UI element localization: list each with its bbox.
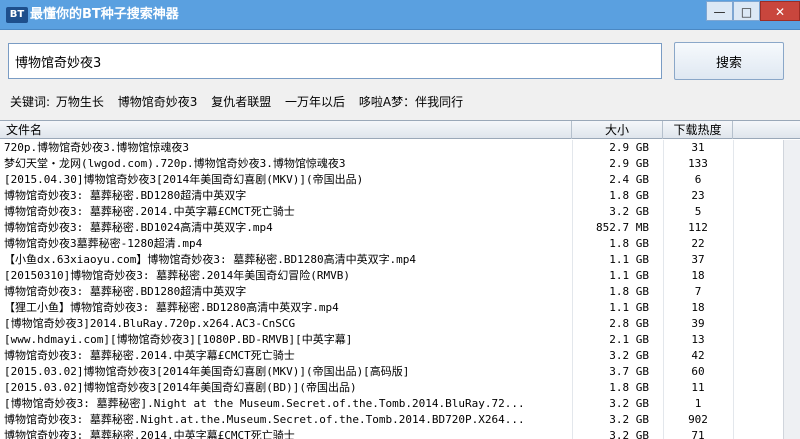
file-size-cell: 3.7 GB [609,365,649,378]
results-rows: 720p.博物馆奇妙夜3.博物馆惊魂夜3 2.9 GB 31 梦幻天堂・龙网(lwgo… [0,140,733,439]
table-row[interactable]: 720p.博物馆奇妙夜3.博物馆惊魂夜3 2.9 GB 31 [0,140,733,156]
file-size-cell: 1.1 GB [609,253,649,266]
download-heat-cell: 6 [694,173,702,186]
file-name-cell: 梦幻天堂・龙网(lwgod.com).720p.博物馆奇妙夜3.博物馆惊魂夜3 [4,157,346,170]
download-heat-cell: 37 [691,253,705,266]
table-row[interactable]: 博物馆奇妙夜3: 墓葬秘密.BD1024高清中英双字.mp4 852.7 MB 11… [0,220,733,236]
file-name-cell: 博物馆奇妙夜3: 墓葬秘密.BD1024高清中英双字.mp4 [4,221,273,234]
bt-logo-icon: BT [6,7,28,23]
download-heat-cell: 23 [691,189,705,202]
window-title: 最懂你的BT种子搜索神器 [30,7,179,22]
table-row[interactable]: 【狸工小鱼】博物馆奇妙夜3: 墓葬秘密.BD1280高清中英双字.mp4 1.1 … [0,300,733,316]
file-size-cell: 1.8 GB [609,381,649,394]
keyword-link[interactable]: 复仇者联盟 [211,92,271,112]
download-heat-cell: 39 [691,317,705,330]
keyword-link[interactable]: 哆啦A梦：伴我同行 [359,92,463,112]
vertical-scrollbar[interactable] [783,140,800,439]
table-row[interactable]: [博物馆奇妙夜3: 墓葬秘密].Night at the Museum.Secr… [0,396,733,412]
table-row[interactable]: [博物馆奇妙夜3]2014.BluRay.720p.x264.AC3-CnSCG… [0,316,733,332]
table-row[interactable]: 梦幻天堂・龙网(lwgod.com).720p.博物馆奇妙夜3.博物馆惊魂夜3 2… [0,156,733,172]
table-row[interactable]: 博物馆奇妙夜3: 墓葬秘密.2014.中英字幕£CMCT死亡骑士 3.2 GB 42 [0,348,733,364]
download-heat-cell: 902 [688,413,708,426]
file-name-cell: 【小鱼dx.63xiaoyu.com】博物馆奇妙夜3: 墓葬秘密.BD1280高… [4,253,417,266]
table-row[interactable]: [2015.04.30]博物馆奇妙夜3[2014年美国奇幻喜剧(MKV)](帝国… [0,172,733,188]
file-name-cell: [博物馆奇妙夜3: 墓葬秘密].Night at the Museum.Secr… [4,397,525,410]
file-size-cell: 2.4 GB [609,173,649,186]
file-name-cell: 博物馆奇妙夜3墓葬秘密-1280超清.mp4 [4,237,203,250]
download-heat-cell: 22 [691,237,705,250]
minimize-button[interactable]: — [706,1,733,21]
file-name-cell: [博物馆奇妙夜3]2014.BluRay.720p.x264.AC3-CnSCG [4,317,296,330]
table-row[interactable]: 博物馆奇妙夜3: 墓葬秘密.2014.中英字幕£CMCT死亡骑士 3.2 GB 71 [0,428,733,439]
file-size-cell: 1.1 GB [609,269,649,282]
column-header-name[interactable]: 文件名 [0,121,572,139]
download-heat-cell: 31 [691,141,705,154]
column-header-heat[interactable]: 下载热度 [663,121,733,139]
table-row[interactable]: 【小鱼dx.63xiaoyu.com】博物馆奇妙夜3: 墓葬秘密.BD1280高… [0,252,733,268]
file-name-cell: 博物馆奇妙夜3: 墓葬秘密.2014.中英字幕£CMCT死亡骑士 [4,429,295,439]
table-row[interactable]: [2015.03.02]博物馆奇妙夜3[2014年美国奇幻喜剧(MKV)](帝国… [0,364,733,380]
file-name-cell: 720p.博物馆奇妙夜3.博物馆惊魂夜3 [4,141,189,154]
file-name-cell: [www.hdmayi.com][博物馆奇妙夜3][1080P.BD-RMVB]… [4,333,353,346]
download-heat-cell: 5 [694,205,702,218]
table-row[interactable]: [www.hdmayi.com][博物馆奇妙夜3][1080P.BD-RMVB]… [0,332,733,348]
file-size-cell: 1.8 GB [609,285,649,298]
keyword-link[interactable]: 博物馆奇妙夜3 [118,92,198,112]
file-name-cell: 博物馆奇妙夜3: 墓葬秘密.2014.中英字幕£CMCT死亡骑士 [4,205,295,218]
table-row[interactable]: 博物馆奇妙夜3: 墓葬秘密.2014.中英字幕£CMCT死亡骑士 3.2 GB 5 [0,204,733,220]
table-row[interactable]: 博物馆奇妙夜3: 墓葬秘密.BD1280超清中英双字 1.8 GB 7 [0,284,733,300]
search-button[interactable]: 搜索 [674,42,784,80]
file-name-cell: 博物馆奇妙夜3: 墓葬秘密.2014.中英字幕£CMCT死亡骑士 [4,349,295,362]
file-size-cell: 2.9 GB [609,141,649,154]
file-name-cell: [2015.04.30]博物馆奇妙夜3[2014年美国奇幻喜剧(MKV)](帝国… [4,173,364,186]
download-heat-cell: 18 [691,269,705,282]
download-heat-cell: 1 [694,397,702,410]
file-size-cell: 2.1 GB [609,333,649,346]
download-heat-cell: 60 [691,365,705,378]
file-name-cell: 博物馆奇妙夜3: 墓葬秘密.Night.at.the.Museum.Secret… [4,413,525,426]
table-row[interactable]: 博物馆奇妙夜3: 墓葬秘密.BD1280超清中英双字 1.8 GB 23 [0,188,733,204]
keyword-label: 关键词: [10,95,51,109]
file-size-cell: 3.2 GB [609,429,649,439]
download-heat-cell: 42 [691,349,705,362]
download-heat-cell: 18 [691,301,705,314]
table-row[interactable]: [2015.03.02]博物馆奇妙夜3[2014年美国奇幻喜剧(BD)](帝国出… [0,380,733,396]
keyword-link[interactable]: 一万年以后 [285,92,345,112]
maximize-button[interactable]: □ [733,1,760,21]
download-heat-cell: 7 [694,285,702,298]
file-size-cell: 1.8 GB [609,237,649,250]
keyword-bar: 关键词: 万物生长 博物馆奇妙夜3 复仇者联盟 一万年以后 哆啦A梦：伴我同行 [10,92,473,112]
results-header: 文件名 大小 下载热度 [0,121,800,139]
file-name-cell: 博物馆奇妙夜3: 墓葬秘密.BD1280超清中英双字 [4,285,247,298]
column-header-size[interactable]: 大小 [572,121,663,139]
download-heat-cell: 11 [691,381,705,394]
download-heat-cell: 13 [691,333,705,346]
file-name-cell: [2015.03.02]博物馆奇妙夜3[2014年美国奇幻喜剧(BD)](帝国出… [4,381,357,394]
file-name-cell: [2015.03.02]博物馆奇妙夜3[2014年美国奇幻喜剧(MKV)](帝国… [4,365,410,378]
file-size-cell: 2.8 GB [609,317,649,330]
file-size-cell: 1.1 GB [609,301,649,314]
title-bar: BT 最懂你的BT种子搜索神器 — □ ✕ [0,0,800,30]
close-button[interactable]: ✕ [760,1,800,21]
table-row[interactable]: 博物馆奇妙夜3: 墓葬秘密.Night.at.the.Museum.Secret… [0,412,733,428]
file-name-cell: [20150310]博物馆奇妙夜3: 墓葬秘密.2014年美国奇幻冒险(RMVB… [4,269,350,282]
file-size-cell: 852.7 MB [596,221,649,234]
download-heat-cell: 133 [688,157,708,170]
column-divider [733,140,734,439]
file-size-cell: 2.9 GB [609,157,649,170]
file-name-cell: 【狸工小鱼】博物馆奇妙夜3: 墓葬秘密.BD1280高清中英双字.mp4 [4,301,339,314]
search-input[interactable] [8,43,662,79]
table-row[interactable]: [20150310]博物馆奇妙夜3: 墓葬秘密.2014年美国奇幻冒险(RMVB… [0,268,733,284]
table-row[interactable]: 博物馆奇妙夜3墓葬秘密-1280超清.mp4 1.8 GB 22 [0,236,733,252]
download-heat-cell: 112 [688,221,708,234]
file-size-cell: 3.2 GB [609,413,649,426]
file-size-cell: 3.2 GB [609,397,649,410]
file-name-cell: 博物馆奇妙夜3: 墓葬秘密.BD1280超清中英双字 [4,189,247,202]
results-list: 文件名 大小 下载热度 720p.博物馆奇妙夜3.博物馆惊魂夜3 2.9 GB 31… [0,120,800,439]
keyword-link[interactable]: 万物生长 [56,92,104,112]
download-heat-cell: 71 [691,429,705,439]
file-size-cell: 3.2 GB [609,205,649,218]
file-size-cell: 1.8 GB [609,189,649,202]
file-size-cell: 3.2 GB [609,349,649,362]
